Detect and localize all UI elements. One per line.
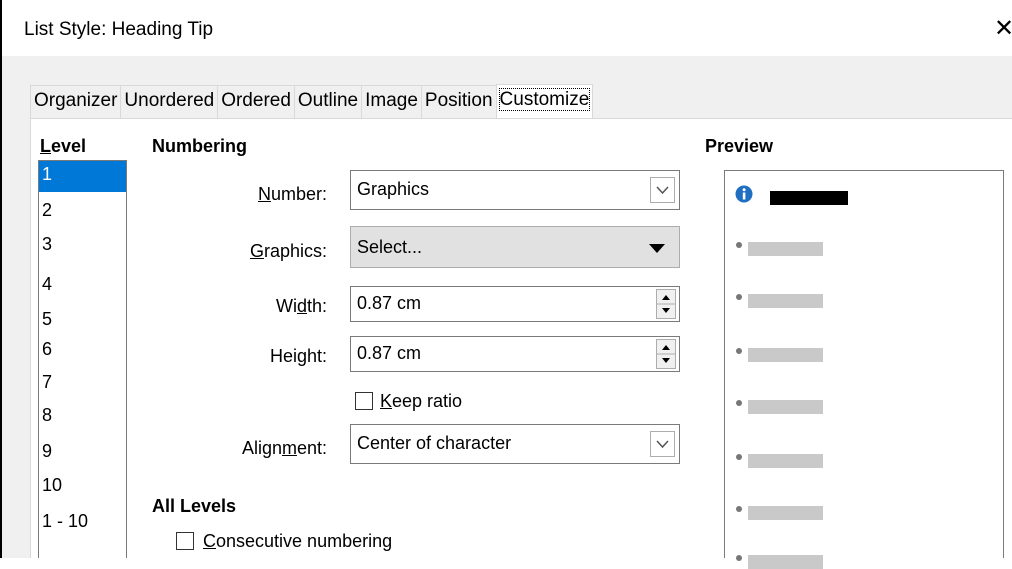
tab-unordered[interactable]: Unordered <box>120 85 219 118</box>
level-item-10[interactable]: 10 <box>42 475 62 496</box>
alignment-label-start: Align <box>241 438 282 458</box>
alignment-value: Center of character <box>357 433 512 453</box>
level-item-8[interactable]: 8 <box>42 405 52 426</box>
info-icon <box>735 185 753 208</box>
graphics-select-label: Select... <box>357 237 423 257</box>
keep-ratio-label[interactable]: Keep ratio <box>380 391 462 412</box>
all-levels-heading: All Levels <box>152 496 237 516</box>
tab-organizer[interactable]: Organizer <box>30 85 122 118</box>
number-combobox[interactable]: Graphics <box>350 170 680 210</box>
tab-customize[interactable]: Customize <box>495 84 594 119</box>
height-value: 0.87 cm <box>357 343 422 363</box>
width-label: Width: <box>107 296 327 317</box>
preview-line <box>748 294 823 308</box>
width-spin-buttons[interactable] <box>656 289 676 319</box>
numbering-heading: Numbering <box>152 136 248 156</box>
level-heading: Level <box>40 136 86 157</box>
alignment-combobox[interactable]: Center of character <box>350 424 680 464</box>
graphics-label-rest: raphics: <box>263 241 327 261</box>
height-label-start: Hei <box>269 346 297 366</box>
preview-bullet-dot <box>736 242 742 248</box>
number-label-mnemonic: N <box>257 184 271 204</box>
preview-heading: Preview <box>705 136 774 156</box>
width-label-mnemonic: d <box>296 296 307 316</box>
level-heading-rest: evel <box>51 136 87 156</box>
window-title: List Style: Heading Tip <box>24 19 214 40</box>
preview-bullet-dot <box>736 454 742 460</box>
alignment-label-rest: ent: <box>296 438 327 458</box>
preview-level-1-bar <box>770 191 848 205</box>
level-item-4[interactable]: 4 <box>42 274 52 295</box>
tab-customize-label: Customize <box>498 88 591 111</box>
close-icon[interactable]: ✕ <box>994 14 1012 42</box>
height-label-mnemonic: g <box>296 346 307 366</box>
level-heading-mnemonic: L <box>40 136 51 156</box>
level-item-7[interactable]: 7 <box>42 372 52 393</box>
preview-bullet-dot <box>736 400 742 406</box>
consecutive-numbering-checkbox[interactable] <box>176 532 194 550</box>
tab-bar: Organizer Unordered Ordered Outline Imag… <box>30 82 594 119</box>
height-label-rest: ht: <box>306 346 327 366</box>
preview-pane <box>724 170 1004 569</box>
level-item-6[interactable]: 6 <box>42 339 52 360</box>
preview-line <box>748 400 823 414</box>
chevron-down-icon[interactable] <box>650 177 675 203</box>
keep-ratio-mnemonic: K <box>380 391 393 411</box>
number-combobox-value: Graphics <box>357 179 430 199</box>
tab-outline[interactable]: Outline <box>293 85 363 118</box>
level-item-1-10[interactable]: 1 - 10 <box>42 511 88 532</box>
preview-line <box>748 454 823 468</box>
tab-position[interactable]: Position <box>420 85 497 118</box>
level-item-5[interactable]: 5 <box>42 309 52 330</box>
level-item-3[interactable]: 3 <box>42 234 52 255</box>
tab-ordered[interactable]: Ordered <box>217 85 295 118</box>
dropdown-arrow-icon <box>647 239 667 260</box>
chevron-down-icon[interactable] <box>650 431 675 457</box>
alignment-label: Alignment: <box>107 438 327 459</box>
width-spinbox[interactable]: 0.87 cm <box>350 286 680 322</box>
keep-ratio-rest: eep ratio <box>392 391 463 411</box>
alignment-label-mnemonic: m <box>281 438 297 458</box>
preview-line <box>748 242 823 256</box>
preview-line <box>748 555 823 569</box>
height-label: Height: <box>107 346 327 367</box>
level-item-2[interactable]: 2 <box>42 200 52 221</box>
keep-ratio-checkbox[interactable] <box>355 392 373 410</box>
width-label-rest: th: <box>306 296 327 316</box>
height-spinbox[interactable]: 0.87 cm <box>350 336 680 372</box>
tab-image[interactable]: Image <box>361 85 422 118</box>
preview-line <box>748 506 823 520</box>
number-label-rest: umber: <box>270 184 327 204</box>
graphics-label: Graphics: <box>107 241 327 262</box>
height-spin-buttons[interactable] <box>656 339 676 369</box>
level-item-9[interactable]: 9 <box>42 441 52 462</box>
level-item-1[interactable]: 1 <box>42 164 52 185</box>
preview-line <box>748 348 823 362</box>
consecutive-rest: onsecutive numbering <box>216 531 393 551</box>
preview-bullet-dot <box>736 506 742 512</box>
preview-bullet-dot <box>736 294 742 300</box>
preview-bullet-dot <box>736 555 742 561</box>
preview-bullet-dot <box>736 348 742 354</box>
number-label: Number: <box>107 184 327 205</box>
graphics-select-button[interactable]: Select... <box>350 226 680 268</box>
graphics-label-mnemonic: G <box>249 241 264 261</box>
consecutive-mnemonic: C <box>203 531 216 551</box>
consecutive-numbering-label[interactable]: Consecutive numbering <box>203 531 392 552</box>
width-value: 0.87 cm <box>357 293 422 313</box>
width-label-start: Wi <box>275 296 297 316</box>
